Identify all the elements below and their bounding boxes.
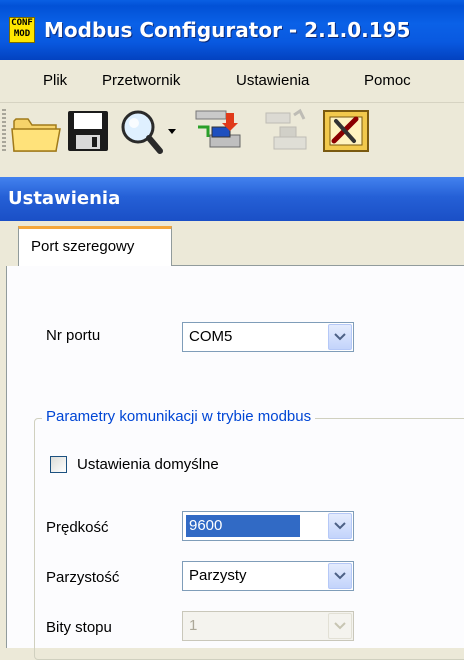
save-button[interactable]	[64, 107, 112, 155]
port-select[interactable]: COM5	[182, 322, 354, 352]
menu-item-przetwornik[interactable]: Przetwornik	[102, 60, 180, 102]
app-icon-text-bottom: MOD	[13, 29, 31, 39]
stopbits-select-value: 1	[189, 617, 198, 634]
menu-item-pomoc[interactable]: Pomoc	[364, 60, 411, 102]
stopbits-label: Bity stopu	[46, 619, 112, 636]
chevron-down-icon	[334, 572, 346, 580]
menu-item-plik[interactable]: Plik	[43, 60, 67, 102]
window-title: Modbus Configurator - 2.1.0.195	[44, 18, 411, 42]
settings-panel-title: Ustawienia	[8, 188, 121, 209]
chevron-down-icon	[334, 522, 346, 530]
window-title-bar[interactable]: CONF MOD Modbus Configurator - 2.1.0.195	[0, 0, 464, 60]
parity-select-arrow[interactable]	[328, 563, 352, 589]
read-device-icon	[195, 110, 241, 148]
port-select-arrow[interactable]	[328, 324, 352, 350]
default-settings-label: Ustawienia domyślne	[77, 456, 219, 473]
parity-select-value: Parzysty	[189, 567, 247, 584]
speed-select[interactable]: 9600	[182, 511, 354, 541]
parity-select[interactable]: Parzysty	[182, 561, 354, 591]
speed-select-value: 9600	[189, 517, 223, 534]
write-device-icon	[265, 108, 307, 150]
open-folder-button[interactable]	[10, 107, 62, 155]
tab-port-szeregowy[interactable]: Port szeregowy	[18, 226, 172, 266]
read-device-button[interactable]	[188, 107, 248, 155]
parity-label: Parzystość	[46, 569, 120, 586]
chevron-down-icon	[334, 333, 346, 341]
speed-label: Prędkość	[46, 519, 109, 536]
menu-bar: Plik Przetwornik Ustawienia Pomoc	[0, 60, 464, 103]
port-select-value: COM5	[189, 328, 233, 345]
menu-item-ustawienia[interactable]: Ustawienia	[236, 60, 309, 102]
search-button[interactable]	[118, 107, 180, 155]
app-icon: CONF MOD	[9, 17, 35, 43]
configure-tools-icon	[323, 110, 369, 152]
modbus-params-group-title: Parametry komunikacji w trybie modbus	[42, 407, 316, 427]
write-device-button[interactable]	[254, 107, 314, 155]
toolbar-grip[interactable]	[2, 109, 6, 153]
app-icon-text-top: CONF	[11, 18, 33, 28]
chevron-down-icon	[334, 622, 346, 630]
port-label: Nr portu	[46, 327, 101, 344]
tab-label: Port szeregowy	[31, 238, 135, 255]
configure-button[interactable]	[320, 107, 374, 155]
panel-separator	[0, 159, 464, 177]
save-disk-icon	[68, 111, 108, 151]
toolbar	[0, 103, 464, 157]
open-folder-icon	[11, 118, 61, 152]
tab-container: Port szeregowy Nr portu COM5 Parametry k…	[0, 221, 464, 660]
stopbits-select[interactable]: 1	[182, 611, 354, 641]
stopbits-select-arrow[interactable]	[328, 613, 352, 639]
tab-divider	[172, 265, 464, 266]
search-magnifier-icon	[121, 110, 176, 154]
default-settings-checkbox[interactable]	[50, 456, 67, 473]
settings-panel-header: Ustawienia	[0, 177, 464, 221]
speed-select-arrow[interactable]	[328, 513, 352, 539]
